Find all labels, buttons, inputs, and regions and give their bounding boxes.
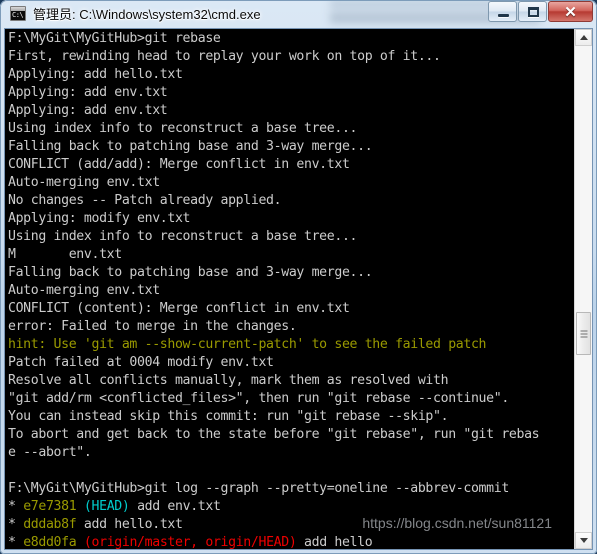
console-line: Falling back to patching base and 3-way …: [8, 265, 373, 280]
window-title: 管理员: C:\Windows\system32\cmd.exe: [33, 7, 261, 22]
minimize-icon: [498, 14, 509, 17]
console-line: * e7e7381 (HEAD) add env.txt: [8, 499, 221, 514]
scroll-down-button[interactable]: [575, 532, 592, 549]
close-icon: ✕: [564, 3, 577, 21]
watermark-text: https://blog.csdn.net/sun81121: [362, 515, 552, 531]
cmd-console-icon: C:\: [10, 6, 26, 21]
scroll-up-button[interactable]: [575, 29, 592, 46]
console-line: e --abort".: [8, 445, 92, 460]
scroll-up-arrow-icon: [579, 35, 588, 40]
cmd-window: C:\ 管理员: C:\Windows\system32\cmd.exe ✕ F…: [0, 0, 597, 554]
console-line: "git add/rm <conflicted_files>", then ru…: [8, 391, 509, 406]
console-line: Applying: add hello.txt: [8, 67, 183, 82]
vertical-scrollbar[interactable]: [574, 29, 592, 549]
console-line: You can instead skip this commit: run "g…: [8, 409, 449, 424]
console-line: CONFLICT (add/add): Merge conflict in en…: [8, 157, 350, 172]
window-controls: ✕: [487, 1, 593, 23]
scrollbar-grip-icon: [580, 330, 587, 337]
console-line: CONFLICT (content): Merge conflict in en…: [8, 301, 350, 316]
console-line: Applying: add env.txt: [8, 103, 168, 118]
console-text-surface[interactable]: F:\MyGit\MyGitHub>git rebase First, rewin…: [5, 29, 574, 549]
console-line: Applying: add env.txt: [8, 85, 168, 100]
console-line: F:\MyGit\MyGitHub>git rebase: [8, 31, 221, 46]
console-line: Using index info to reconstruct a base t…: [8, 121, 358, 136]
console-icon-text: C:\: [12, 11, 24, 19]
console-line: Auto-merging env.txt: [8, 283, 160, 298]
console-line: * e8dd0fa (origin/master, origin/HEAD) a…: [8, 535, 373, 549]
console-line: Applying: modify env.txt: [8, 211, 191, 226]
console-line: F:\MyGit\MyGitHub>git log --graph --pret…: [8, 481, 509, 496]
console-line: Falling back to patching base and 3-way …: [8, 139, 373, 154]
console-line: hint: Use 'git am --show-current-patch' …: [8, 337, 487, 352]
console-line: M env.txt: [8, 247, 122, 262]
scrollbar-track[interactable]: [575, 46, 592, 532]
close-button[interactable]: ✕: [548, 1, 593, 22]
title-bar[interactable]: C:\ 管理员: C:\Windows\system32\cmd.exe ✕: [0, 0, 597, 27]
console-line: First, rewinding head to replay your wor…: [8, 49, 441, 64]
console-line: Using index info to reconstruct a base t…: [8, 229, 358, 244]
scrollbar-thumb[interactable]: [576, 312, 591, 355]
console-output: F:\MyGit\MyGitHub>git rebase First, rewin…: [8, 30, 540, 549]
maximize-icon: [528, 7, 539, 17]
console-line: Patch failed at 0004 modify env.txt: [8, 355, 274, 370]
console-line: error: Failed to merge in the changes.: [8, 319, 297, 334]
minimize-button[interactable]: [488, 1, 517, 22]
console-line: No changes -- Patch already applied.: [8, 193, 282, 208]
scroll-down-arrow-icon: [579, 538, 588, 543]
console-line: Resolve all conflicts manually, mark the…: [8, 373, 449, 388]
console-line: Auto-merging env.txt: [8, 175, 160, 190]
console-client-area: F:\MyGit\MyGitHub>git rebase First, rewin…: [4, 28, 593, 550]
console-line: To abort and get back to the state befor…: [8, 427, 540, 442]
maximize-button[interactable]: [518, 1, 547, 22]
